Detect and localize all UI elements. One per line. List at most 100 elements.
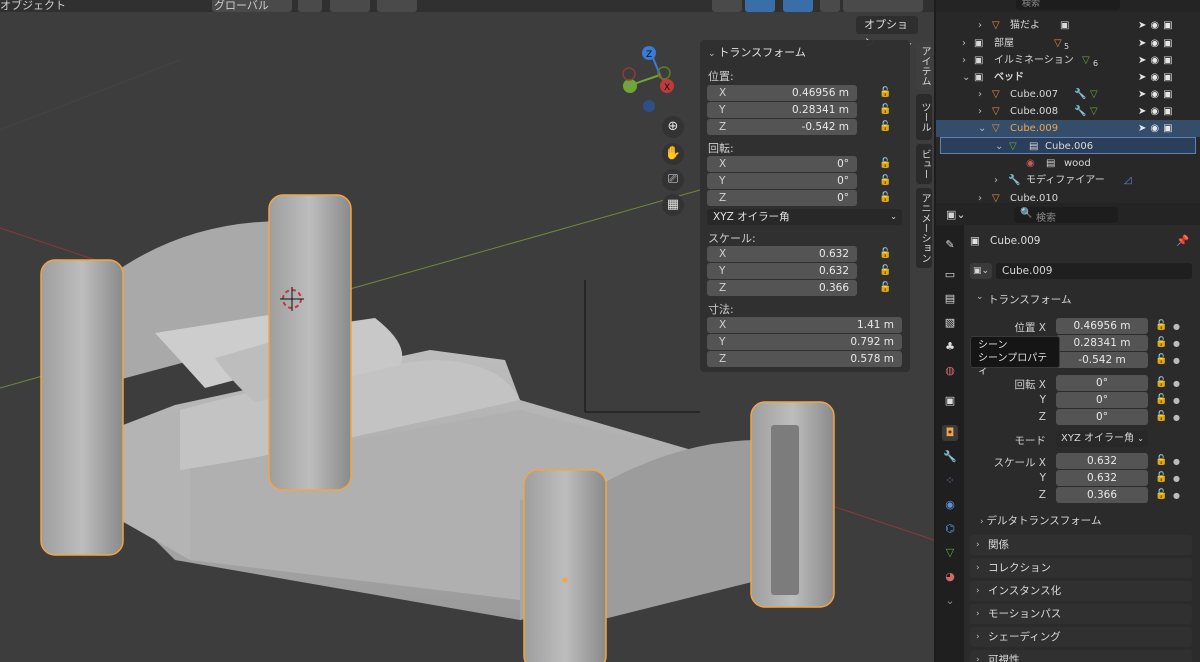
location-z-field[interactable]: -0.542 m xyxy=(1056,352,1148,368)
chevron-right-icon[interactable]: › xyxy=(978,86,982,103)
world-tab-icon[interactable]: ◍ xyxy=(942,363,958,379)
rotation-mode-select[interactable]: XYZ オイラー角 ⌄ xyxy=(707,209,902,225)
collections-section[interactable]: › コレクション xyxy=(970,558,1192,578)
outliner-row[interactable]: › ▣ イルミネーション ▽ 6 ➤◉▣ xyxy=(936,52,1200,69)
transform-section-header[interactable]: ⌄ トランスフォーム xyxy=(970,289,1192,309)
keyframe-dot-icon[interactable]: ● xyxy=(1173,379,1180,388)
options-dropdown[interactable]: オプション ⌄ xyxy=(856,16,918,49)
lock-icon[interactable]: 🔓 xyxy=(879,121,891,132)
select-tool-icon[interactable] xyxy=(712,0,742,12)
rotation-z-field[interactable]: 0° xyxy=(1056,409,1148,425)
lock-icon[interactable]: 🔓 xyxy=(879,265,891,276)
outliner-row-selected[interactable]: ⌄ ▽ Cube.009 ➤◉▣ xyxy=(936,120,1200,137)
grid-ortho-icon[interactable]: ▦ xyxy=(662,194,684,216)
rotation-mode-select[interactable]: XYZ オイラー角 ⌄ xyxy=(1056,431,1148,447)
location-x-field[interactable]: X 0.46956 m xyxy=(707,85,857,101)
mode-label[interactable]: オブジェクト xyxy=(0,0,66,13)
visibility-icons[interactable]: ➤◉▣ xyxy=(1138,17,1198,34)
outliner-row[interactable]: ◉ ▤ wood xyxy=(936,155,1200,172)
collection-tab-icon[interactable]: ▣ xyxy=(942,393,958,409)
keyframe-dot-icon[interactable]: ● xyxy=(1173,457,1180,466)
scene-tab-icon[interactable]: ♣ xyxy=(942,339,958,355)
render-tab-icon[interactable]: ▭ xyxy=(942,267,958,283)
data-tab-icon[interactable]: ▽ xyxy=(942,545,958,561)
outliner-row-active[interactable]: ⌄ ▽ ▤ Cube.006 xyxy=(940,137,1196,154)
lock-icon[interactable]: 🔓 xyxy=(879,175,891,186)
keyframe-dot-icon[interactable]: ● xyxy=(1173,413,1180,422)
shading-mode-icons[interactable] xyxy=(843,0,923,12)
scale-y-field[interactable]: Y 0.632 xyxy=(707,263,857,279)
outliner-search-input[interactable]: 検索 xyxy=(1016,0,1120,10)
outliner-row[interactable]: › 🔧 モディファイアー ◿ xyxy=(936,172,1200,189)
outliner-row[interactable]: › ▽ 猫だよ ▣ ➤◉▣ xyxy=(936,17,1200,34)
rotation-x-field[interactable]: 0° xyxy=(1056,375,1148,391)
visibility-icons[interactable]: ➤◉▣ xyxy=(1138,35,1198,52)
lock-icon[interactable]: 🔓 xyxy=(879,248,891,259)
rotation-y-field[interactable]: Y 0° xyxy=(707,173,857,189)
lock-icon[interactable]: 🔓 xyxy=(879,87,891,98)
keyframe-dot-icon[interactable]: ● xyxy=(1173,474,1180,483)
rotation-y-field[interactable]: 0° xyxy=(1056,392,1148,408)
zoom-icon[interactable]: ⊕ xyxy=(662,116,684,138)
scale-x-field[interactable]: X 0.632 xyxy=(707,246,857,262)
particles-tab-icon[interactable]: ⁘ xyxy=(942,473,958,489)
keyframe-dot-icon[interactable]: ● xyxy=(1173,339,1180,348)
gizmo-toggle-icon[interactable] xyxy=(745,0,775,12)
lock-icon[interactable]: 🔓 xyxy=(879,104,891,115)
output-tab-icon[interactable]: ▤ xyxy=(942,291,958,307)
lock-icon[interactable]: 🔓 xyxy=(1155,455,1167,466)
shading-section[interactable]: › シェーディング xyxy=(970,627,1192,647)
properties-editor[interactable]: ▣⌄ 🔍 検索 ✎ ▭ ▤ ▧ ♣ ◍ ▣ ◘ 🔧 ⁘ ◉ ⌬ ▽ ◕ ⌄ ▣ … xyxy=(936,205,1200,662)
chevron-down-icon[interactable]: ⌄ xyxy=(995,138,1003,155)
lock-icon[interactable]: 🔓 xyxy=(1155,394,1167,405)
delta-transform-subpanel[interactable]: › デルタトランスフォーム xyxy=(980,513,1180,529)
visibility-section[interactable]: › 可視性 xyxy=(970,650,1192,662)
view-layer-tab-icon[interactable]: ▧ xyxy=(942,315,958,331)
camera-view-icon[interactable]: ⎚ xyxy=(662,169,684,191)
keyframe-dot-icon[interactable]: ● xyxy=(1173,322,1180,331)
keyframe-dot-icon[interactable]: ● xyxy=(1173,491,1180,500)
relations-section[interactable]: › 関係 xyxy=(970,535,1192,555)
chevron-down-icon[interactable]: ⌄ xyxy=(962,69,970,86)
lock-icon[interactable]: 🔓 xyxy=(879,192,891,203)
chevron-right-icon[interactable]: › xyxy=(978,103,982,120)
xray-icon[interactable] xyxy=(820,0,840,12)
scale-x-field[interactable]: 0.632 xyxy=(1056,453,1148,469)
lock-icon[interactable]: 🔓 xyxy=(1155,337,1167,348)
3d-viewport[interactable]: Z X オブジェクト グローバル オプション ⌄ ⊕ ✋ ⎚ ▦ ⌄ トランスフ… xyxy=(0,0,934,662)
lock-icon[interactable]: 🔓 xyxy=(1155,472,1167,483)
lock-icon[interactable]: 🔓 xyxy=(879,158,891,169)
axis-gizmo[interactable]: Z X xyxy=(622,46,674,112)
lock-icon[interactable]: 🔓 xyxy=(1155,411,1167,422)
pivot-icon[interactable] xyxy=(377,0,417,12)
snap-icon[interactable] xyxy=(298,0,322,12)
tab-animation[interactable]: アニメーション xyxy=(916,188,932,268)
outliner-row[interactable]: ⌄ ▣ ベッド ➤◉▣ xyxy=(936,69,1200,86)
keyframe-dot-icon[interactable]: ● xyxy=(1173,396,1180,405)
material-tab-icon[interactable]: ◕ xyxy=(942,569,958,585)
tab-tool[interactable]: ツール xyxy=(916,94,932,140)
outliner-row[interactable]: › ▣ 部屋 ▽ 5 ➤◉▣ xyxy=(936,35,1200,52)
scale-z-field[interactable]: Z 0.366 xyxy=(707,280,857,296)
object-name-field[interactable]: Cube.009 xyxy=(996,263,1192,279)
editor-type-icon[interactable]: ▣⌄ xyxy=(946,208,966,221)
lock-icon[interactable]: 🔓 xyxy=(879,282,891,293)
instancing-section[interactable]: › インスタンス化 xyxy=(970,581,1192,601)
object-tab-icon[interactable]: ◘ xyxy=(942,425,958,441)
rotation-z-field[interactable]: Z 0° xyxy=(707,190,857,206)
lock-icon[interactable]: 🔓 xyxy=(1155,377,1167,388)
proportional-edit-icon[interactable] xyxy=(330,0,370,12)
lock-icon[interactable]: 🔓 xyxy=(1155,489,1167,500)
location-z-field[interactable]: Z -0.542 m xyxy=(707,119,857,135)
chevron-right-icon[interactable]: › xyxy=(962,35,966,52)
physics-tab-icon[interactable]: ◉ xyxy=(942,497,958,513)
location-y-field[interactable]: 0.28341 m xyxy=(1056,335,1148,351)
tool-tab-icon[interactable]: ✎ xyxy=(942,237,958,253)
location-x-field[interactable]: 0.46956 m xyxy=(1056,318,1148,334)
dimension-z-field[interactable]: Z 0.578 m xyxy=(707,351,902,367)
outliner-row[interactable]: › ▽ Cube.010 xyxy=(936,190,1200,203)
chevron-down-icon[interactable]: ⌄ xyxy=(942,593,958,609)
visibility-icons[interactable]: ➤◉▣ xyxy=(1138,52,1198,69)
lock-icon[interactable]: 🔓 xyxy=(1155,354,1167,365)
rotation-x-field[interactable]: X 0° xyxy=(707,156,857,172)
